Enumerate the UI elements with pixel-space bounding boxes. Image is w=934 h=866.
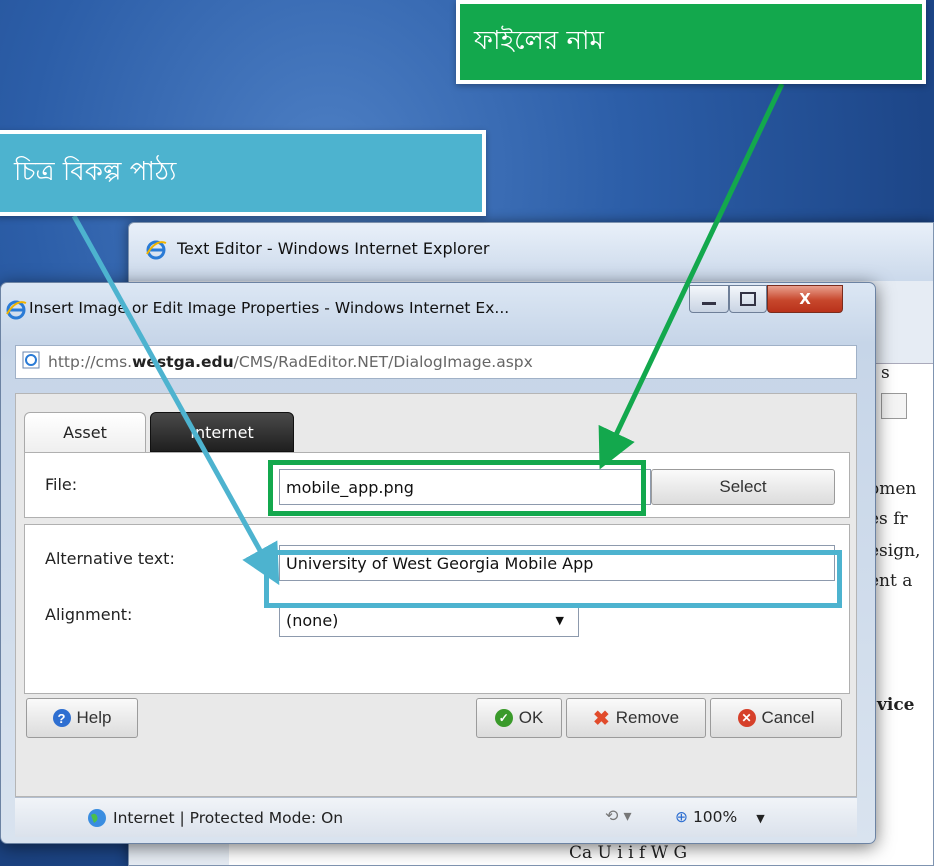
alt-text-callout-text: চিত্র বিকল্প পাঠ্য [14,157,177,187]
alt-text-arrow [71,214,280,586]
alt-text-callout: চিত্র বিকল্প পাঠ্য [0,130,486,216]
file-arrow [598,82,785,470]
file-name-callout: ফাইলের নাম [456,0,926,84]
file-name-callout-text: ফাইলের নাম [474,26,604,56]
